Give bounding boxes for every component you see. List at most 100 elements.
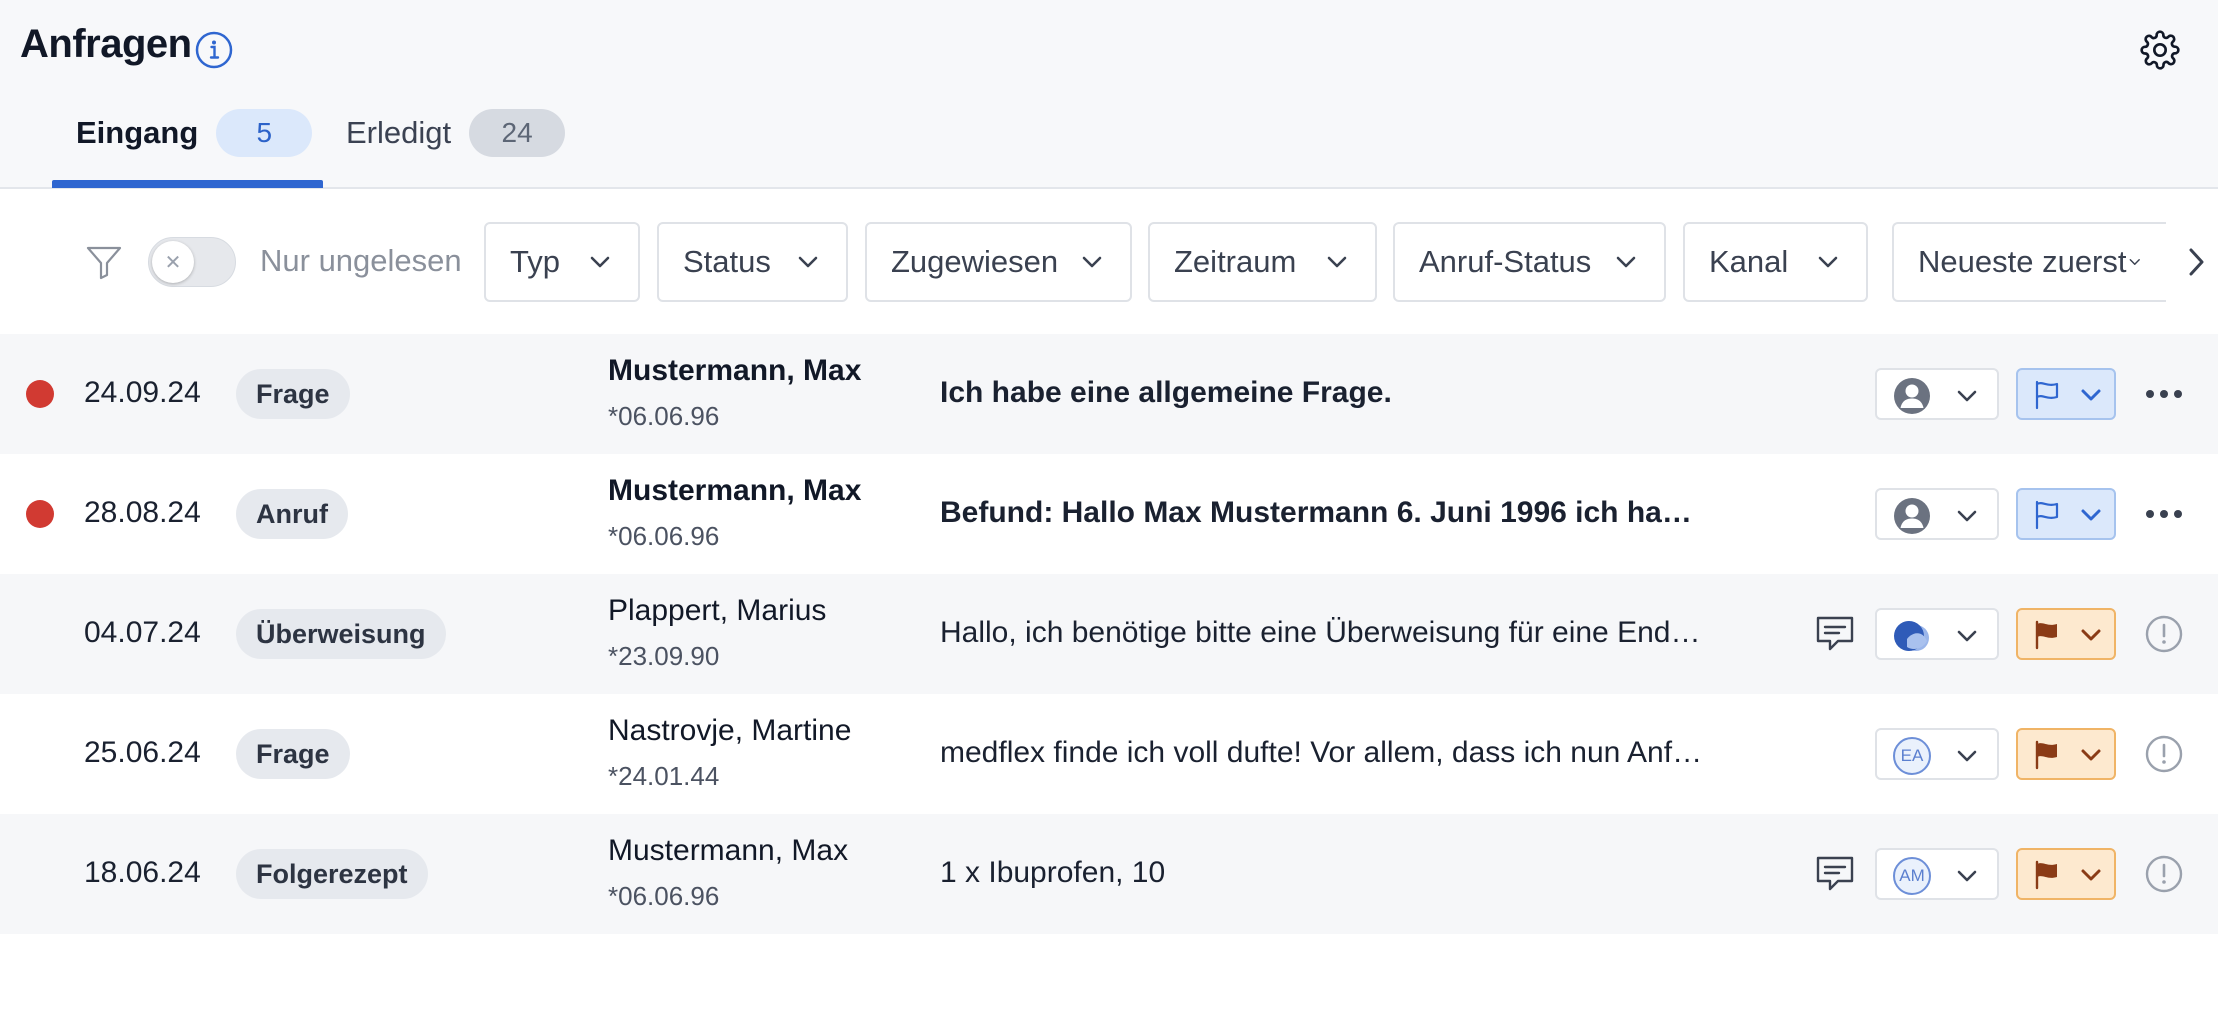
unread-only-label: Nur ungelesen <box>260 243 462 278</box>
tab-eingang-label: Eingang <box>76 115 199 150</box>
flag-dropdown[interactable] <box>2016 368 2116 420</box>
unread-indicator <box>26 500 54 528</box>
chevron-down-icon <box>1957 510 1977 522</box>
filter-channel-dropdown[interactable]: Kanal <box>1683 222 1868 302</box>
chevron-down-icon <box>1957 750 1977 762</box>
page-title: Anfragen <box>20 22 192 66</box>
sort-order-dropdown[interactable]: Neueste zuerst <box>1892 222 2166 302</box>
patient-birthdate: *23.09.90 <box>608 641 720 671</box>
filter-type-label: Typ <box>510 244 560 279</box>
flag-icon <box>2035 740 2057 770</box>
chevron-right-icon[interactable] <box>2180 244 2212 280</box>
alert-circle-icon <box>2145 615 2183 653</box>
table-row[interactable]: 28.08.24 Anruf Mustermann, Max *06.06.96… <box>0 454 2218 574</box>
assignee-dropdown[interactable] <box>1875 608 1999 660</box>
patient-birthdate: *06.06.96 <box>608 521 720 551</box>
chevron-down-icon <box>2081 749 2101 761</box>
message-preview: Ich habe eine allgemeine Frage. <box>940 376 1392 409</box>
alert-circle-icon <box>2145 735 2183 773</box>
flag-dropdown[interactable] <box>2016 608 2116 660</box>
filter-channel-label: Kanal <box>1709 244 1789 279</box>
assignee-dropdown[interactable] <box>1875 368 1999 420</box>
chevron-down-icon <box>1957 870 1977 882</box>
chevron-down-icon <box>798 256 818 268</box>
chevron-down-icon <box>2081 389 2101 401</box>
filter-type-dropdown[interactable]: Typ <box>484 222 640 302</box>
comment-icon[interactable] <box>1812 611 1858 657</box>
filter-call-status-dropdown[interactable]: Anruf-Status <box>1393 222 1666 302</box>
page-header: Anfragen Eingang 5 Erledigt 24 <box>0 0 2218 189</box>
toggle-knob: ✕ <box>152 241 194 283</box>
message-preview: Befund: Hallo Max Mustermann 6. Juni 199… <box>940 496 1710 529</box>
request-type-badge: Folgerezept <box>236 849 428 899</box>
table-row[interactable]: 24.09.24 Frage Mustermann, Max *06.06.96… <box>0 334 2218 454</box>
tab-erledigt-label: Erledigt <box>346 115 452 150</box>
tab-erledigt[interactable]: Erledigt 24 <box>346 108 566 158</box>
request-type-badge: Überweisung <box>236 609 446 659</box>
comment-icon[interactable] <box>1812 851 1858 897</box>
chevron-down-icon <box>2081 509 2101 521</box>
table-row[interactable]: 18.06.24 Folgerezept Mustermann, Max *06… <box>0 814 2218 934</box>
request-date: 25.06.24 <box>84 736 201 769</box>
request-type-badge: Anruf <box>236 489 348 539</box>
funnel-icon[interactable] <box>84 242 124 282</box>
filter-status-dropdown[interactable]: Status <box>657 222 848 302</box>
flag-icon <box>2035 620 2057 650</box>
tab-eingang[interactable]: Eingang 5 <box>76 108 313 158</box>
filter-status-label: Status <box>683 244 771 279</box>
flag-dropdown[interactable] <box>2016 488 2116 540</box>
chevron-down-icon <box>1957 630 1977 642</box>
table-row[interactable]: 04.07.24 Überweisung Plappert, Marius *2… <box>0 574 2218 694</box>
flag-icon <box>2035 860 2057 890</box>
flag-icon <box>2035 380 2059 410</box>
patient-birthdate: *24.01.44 <box>608 761 720 791</box>
patient-name: Plappert, Marius <box>608 594 827 627</box>
table-row[interactable]: 25.06.24 Frage Nastrovje, Martine *24.01… <box>0 694 2218 814</box>
patient-birthdate: *06.06.96 <box>608 881 720 911</box>
request-date: 18.06.24 <box>84 856 201 889</box>
assignee-dropdown[interactable] <box>1875 488 1999 540</box>
request-type-badge: Frage <box>236 729 350 779</box>
tab-erledigt-count-badge: 24 <box>469 109 566 157</box>
flag-dropdown[interactable] <box>2016 848 2116 900</box>
chevron-down-icon <box>1616 256 1636 268</box>
patient-name: Mustermann, Max <box>608 474 862 507</box>
patient-name: Mustermann, Max <box>608 354 862 387</box>
more-horizontal-icon[interactable] <box>2144 494 2184 534</box>
group-avatar-icon <box>1894 621 1929 651</box>
flag-dropdown[interactable] <box>2016 728 2116 780</box>
message-preview: Hallo, ich benötige bitte eine Überweisu… <box>940 616 1701 649</box>
patient-name: Mustermann, Max <box>608 834 849 867</box>
alert-circle-icon <box>2145 855 2183 893</box>
more-horizontal-icon[interactable] <box>2144 374 2184 414</box>
chevron-down-icon <box>1818 256 1838 268</box>
chevron-down-icon <box>1957 390 1977 402</box>
request-type-badge: Frage <box>236 369 350 419</box>
unread-indicator <box>26 380 54 408</box>
filter-assigned-label: Zugewiesen <box>891 244 1059 279</box>
flag-icon <box>2035 500 2059 530</box>
chevron-down-icon <box>2081 629 2101 641</box>
unread-only-toggle[interactable]: ✕ <box>148 237 236 287</box>
chevron-down-icon <box>1082 256 1102 268</box>
assignee-initials-avatar: EA <box>1893 737 1931 775</box>
chevron-down-icon <box>2129 259 2140 265</box>
filter-call-status-label: Anruf-Status <box>1419 244 1592 279</box>
request-date: 28.08.24 <box>84 496 201 529</box>
filter-assigned-dropdown[interactable]: Zugewiesen <box>865 222 1132 302</box>
filter-period-label: Zeitraum <box>1174 244 1297 279</box>
filter-period-dropdown[interactable]: Zeitraum <box>1148 222 1377 302</box>
message-preview: 1 x Ibuprofen, 10 <box>940 856 1166 889</box>
request-date: 04.07.24 <box>84 616 201 649</box>
tab-eingang-count-badge: 5 <box>216 109 313 157</box>
patient-name: Nastrovje, Martine <box>608 714 852 747</box>
sort-order-label: Neueste zuerst <box>1918 244 2127 279</box>
gear-icon[interactable] <box>2140 30 2180 70</box>
assignee-dropdown[interactable]: AM <box>1875 848 1999 900</box>
user-avatar-icon <box>1894 378 1930 414</box>
chevron-down-icon <box>590 256 610 268</box>
user-avatar-icon <box>1894 498 1930 534</box>
info-icon[interactable] <box>194 30 234 70</box>
assignee-initials-avatar: AM <box>1893 857 1931 895</box>
assignee-dropdown[interactable]: EA <box>1875 728 1999 780</box>
